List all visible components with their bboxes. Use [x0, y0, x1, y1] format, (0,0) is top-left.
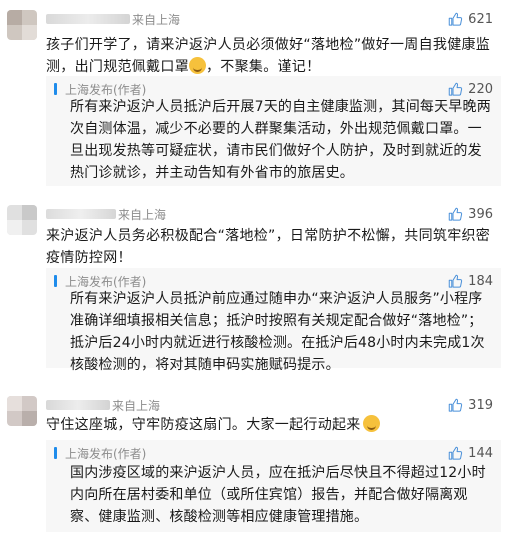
reply-author[interactable]: 上海发布(作者): [54, 444, 146, 462]
smiling-face-icon: [362, 415, 380, 432]
thumbs-up-icon: [448, 274, 463, 288]
comment-meta: 来自上海: [46, 11, 180, 27]
reply-text: 所有来沪返沪人员抵沪前应通过随申办“来沪返沪人员服务”小程序准确详细填报相关信息…: [70, 291, 485, 373]
username-blurred[interactable]: [46, 14, 130, 24]
comment-meta: 来自上海: [46, 397, 160, 413]
like-count: 220: [468, 81, 493, 97]
like-button[interactable]: 621: [448, 10, 493, 28]
thumbs-up-icon: [448, 207, 463, 221]
thumbs-up-icon: [448, 446, 463, 460]
comment-location: 来自上海: [112, 398, 161, 413]
reply-text: 所有来沪返沪人员抵沪后开展7天的自主健康监测，其间每天早晚两次自测体温，减少不必…: [70, 99, 491, 181]
comment-item: 来自上海 319 守住这座城，守牢防疫这扇门。大家一起行动起来 上海发布(作者)…: [0, 390, 507, 536]
like-count: 319: [468, 397, 493, 413]
thumbs-up-icon: [448, 82, 463, 96]
like-count: 184: [468, 273, 493, 289]
author-reply: 上海发布(作者) 220 所有来沪返沪人员抵沪后开展7天的自主健康监测，其间每天…: [46, 76, 501, 186]
thumbs-up-icon: [448, 398, 463, 412]
comment-text: 孩子们开学了，请来沪返沪人员必须做好“落地检”做好一周自我健康监测，出门规范佩戴…: [46, 37, 491, 75]
like-count: 396: [468, 206, 493, 222]
reply-text: 国内涉疫区域的来沪返沪人员，应在抵沪后尽快且不得超过12小时内向所在居村委和单位…: [70, 465, 486, 525]
thumbs-up-icon: [448, 12, 463, 26]
avatar[interactable]: [7, 10, 37, 40]
avatar[interactable]: [7, 205, 37, 235]
author-badge-icon: [54, 447, 57, 459]
comment-item: 来自上海 621 孩子们开学了，请来沪返沪人员必须做好“落地检”做好一周自我健康…: [0, 0, 507, 195]
comment-item: 来自上海 396 来沪返沪人员务必积极配合“落地检”，日常防护不松懈，共同筑牢织…: [0, 195, 507, 373]
comment-text: 守住这座城，守牢防疫这扇门。大家一起行动起来: [46, 414, 495, 436]
comment-text: 来沪返沪人员务必积极配合“落地检”，日常防护不松懈，共同筑牢织密疫情防控网！: [46, 228, 491, 266]
like-count: 621: [468, 11, 493, 27]
username-blurred[interactable]: [46, 400, 110, 410]
author-badge-icon: [54, 275, 57, 287]
comment-location: 来自上海: [132, 12, 181, 27]
username-blurred[interactable]: [46, 209, 116, 219]
smiling-face-icon: [189, 57, 206, 74]
comment-location: 来自上海: [118, 207, 167, 222]
reply-like-button[interactable]: 144: [448, 444, 493, 462]
like-button[interactable]: 319: [448, 396, 493, 414]
comment-meta: 来自上海: [46, 206, 166, 222]
author-reply: 上海发布(作者) 144 国内涉疫区域的来沪返沪人员，应在抵沪后尽快且不得超过1…: [46, 440, 501, 532]
author-reply: 上海发布(作者) 184 所有来沪返沪人员抵沪前应通过随申办“来沪返沪人员服务”…: [46, 268, 501, 373]
like-count: 144: [468, 445, 493, 461]
like-button[interactable]: 396: [448, 205, 493, 223]
author-badge-icon: [54, 83, 57, 95]
avatar[interactable]: [7, 396, 37, 426]
